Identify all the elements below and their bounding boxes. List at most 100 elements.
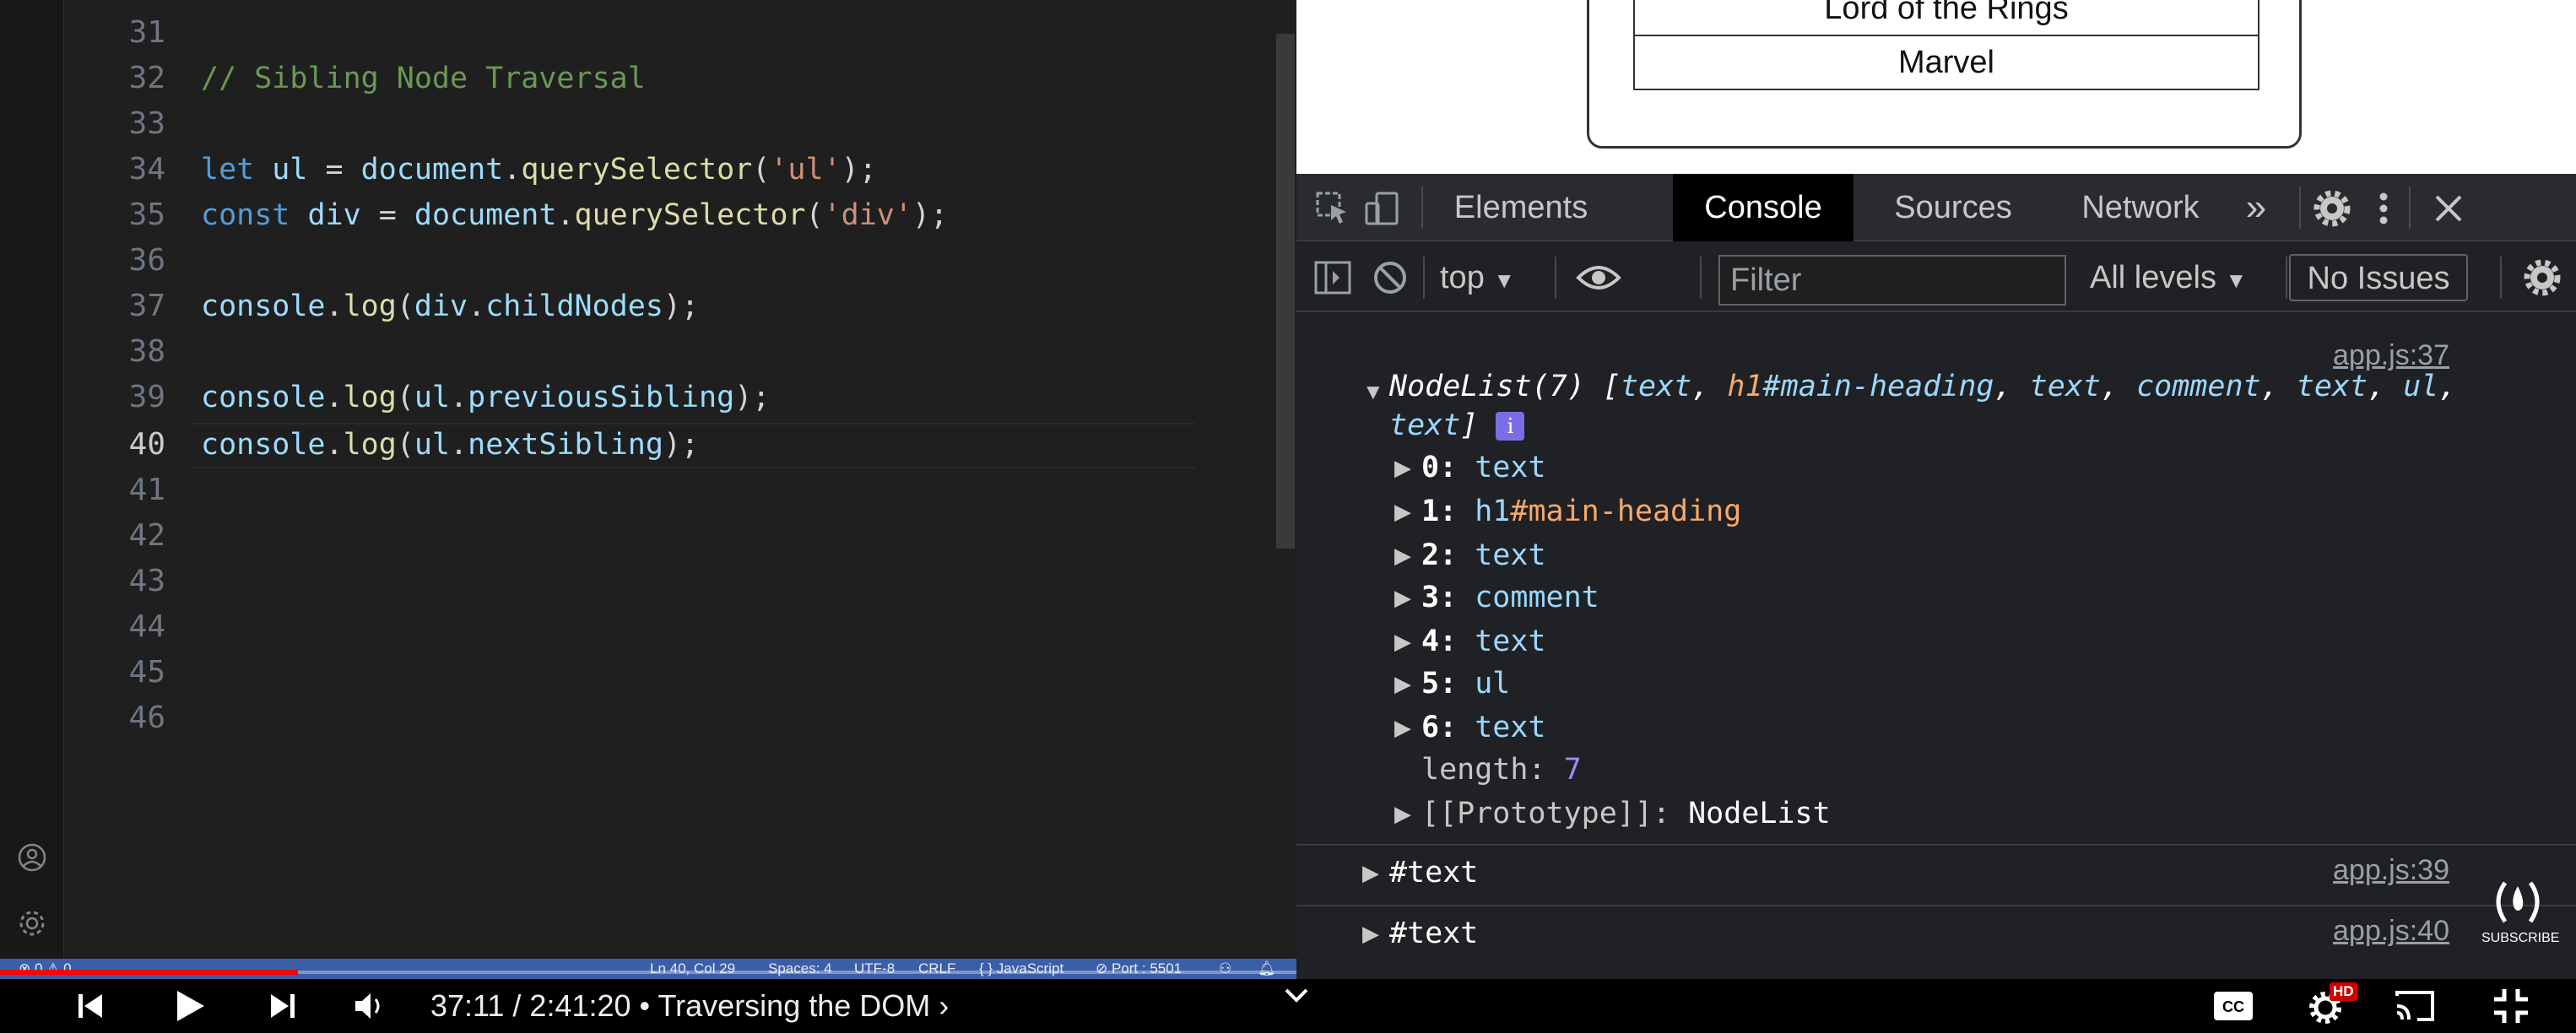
expand-triangle-icon[interactable]: ▶ [1362,852,1379,893]
tab-network[interactable]: Network [2048,174,2233,241]
settings-icon[interactable]: HD [2301,979,2357,1033]
tab-elements[interactable]: Elements [1438,174,1604,241]
editor-scrollbar[interactable] [1276,34,1295,549]
feedback-icon[interactable]: ⚇ [1219,959,1231,979]
kebab-menu-icon[interactable] [2367,187,2400,230]
chevron-down-icon[interactable] [1280,987,1313,1021]
line-ending[interactable]: CRLF [918,959,955,979]
list-item[interactable]: 0: text [1421,447,1546,488]
captions-icon[interactable]: CC [2210,979,2257,1033]
expand-triangle-icon[interactable]: ▶ [1394,577,1411,618]
line-number: 35 [128,197,165,232]
function-token: log [343,289,397,323]
cast-icon[interactable] [2389,979,2441,1033]
dot-token: . [450,428,468,462]
line-number-gutter: 31 32 33 34 35 36 37 38 39 40 41 42 43 4… [64,0,191,959]
list-item[interactable]: 5: ul [1421,663,1510,704]
info-icon[interactable]: i [1496,412,1525,441]
paren-token: ); [663,428,700,462]
inspect-element-icon[interactable] [1313,189,1352,228]
paren-token: ( [805,198,824,232]
expand-triangle-icon[interactable]: ▶ [1394,621,1411,662]
subscribe-watermark[interactable]: SUBSCRIBE [2481,878,2560,954]
log-levels-dropdown[interactable]: All levels ▼ [2090,243,2247,312]
console-message[interactable]: #text [1389,852,1478,893]
function-token: log [343,381,397,414]
variable-token: div [307,198,361,232]
object-token: console [201,381,326,414]
gear-icon[interactable] [15,906,49,940]
expand-triangle-icon[interactable]: ▶ [1394,793,1411,834]
preview-card: Lord of the Rings Marvel [1587,0,2302,149]
keyword-token: const [201,198,290,232]
expand-triangle-icon[interactable]: ▶ [1394,707,1411,748]
expand-triangle-icon[interactable]: ▼ [1362,371,1384,412]
subscribe-label: SUBSCRIBE [2481,931,2560,945]
encoding[interactable]: UTF-8 [854,959,895,979]
line-number: 41 [128,473,165,507]
previous-icon[interactable] [69,979,111,1033]
tab-console[interactable]: Console [1673,174,1854,241]
line-number: 46 [128,700,165,735]
sidebar-toggle-icon[interactable] [1313,258,1352,297]
chapter-title[interactable]: • Traversing the DOM › [631,988,950,1023]
console-settings-gear-icon[interactable] [2519,257,2566,299]
more-tabs-icon[interactable]: » [2235,174,2277,241]
devtools-tab-bar: Elements Console Sources Network » [1296,174,2576,241]
list-item[interactable]: 4: text [1421,621,1546,662]
code-area[interactable]: // Sibling Node Traversal let ul = docum… [201,0,1197,959]
list-item[interactable]: 3: comment [1421,577,1599,618]
code-line-40: console.log(ul.nextSibling); [201,422,699,468]
paren-token: ( [396,428,414,462]
expand-triangle-icon[interactable]: ▶ [1394,447,1411,488]
console-message[interactable]: #text [1389,913,1478,954]
expand-triangle-icon[interactable]: ▶ [1394,663,1411,704]
eye-icon[interactable] [1575,258,1622,297]
function-token: querySelector [521,153,753,187]
list-item[interactable]: 2: text [1421,535,1546,576]
variable-token: ul [272,153,308,187]
chevron-down-icon: ▼ [1493,268,1516,293]
play-icon[interactable] [165,979,213,1033]
bell-icon[interactable]: 🔔︎ [1258,959,1276,979]
prototype-property[interactable]: [[Prototype]]: NodeList [1421,793,1831,834]
indentation[interactable]: Spaces: 4 [768,959,832,979]
live-server-port[interactable]: ⊘ Port : 5501 [1096,959,1182,979]
settings-gear-icon[interactable] [2311,187,2353,230]
issues-button[interactable]: No Issues [2289,254,2468,301]
devtools-panel: Elements Console Sources Network » top ▼… [1296,174,2576,979]
exit-fullscreen-icon[interactable] [2485,979,2537,1033]
filter-input[interactable] [1718,255,2066,306]
nodelist-summary-cont: text] i [1389,405,1525,446]
time-display: 37:11 / 2:41:20 [430,988,631,1023]
cursor-position[interactable]: Ln 40, Col 29 [650,959,735,979]
problems-indicator[interactable]: ⊗ 0 ⚠ 0 [19,959,72,979]
operator-token: = [360,198,414,232]
expand-triangle-icon[interactable]: ▶ [1394,535,1411,576]
nodelist-summary[interactable]: NodeList(7) [text, h1#main-heading, text… [1389,366,2456,407]
device-toolbar-icon[interactable] [1362,189,1401,228]
line-number: 42 [128,518,165,553]
next-icon[interactable] [262,979,304,1033]
paren-token: ( [752,153,771,187]
close-icon[interactable] [2427,187,2470,230]
language-mode[interactable]: { } JavaScript [979,959,1063,979]
paren-token: ); [734,381,771,414]
source-link[interactable]: app.js:39 [2333,854,2449,887]
progress-track[interactable] [298,971,1296,974]
paren-token: ); [663,289,700,323]
list-item[interactable]: 1: h1#main-heading [1421,491,1741,532]
list-item[interactable]: 6: text [1421,707,1546,748]
context-selector[interactable]: top ▼ [1440,243,1515,312]
expand-triangle-icon[interactable]: ▶ [1362,913,1379,954]
line-number: 45 [128,655,165,690]
hd-badge: HD [2330,982,2357,1001]
volume-icon[interactable] [349,979,392,1033]
source-link[interactable]: app.js:40 [2333,915,2449,948]
account-icon[interactable] [15,841,49,874]
clear-console-icon[interactable] [1371,258,1410,297]
code-editor[interactable]: 31 32 33 34 35 36 37 38 39 40 41 42 43 4… [0,0,1296,959]
progress-played[interactable] [0,970,298,975]
expand-triangle-icon[interactable]: ▶ [1394,491,1411,532]
tab-sources[interactable]: Sources [1870,174,2036,241]
